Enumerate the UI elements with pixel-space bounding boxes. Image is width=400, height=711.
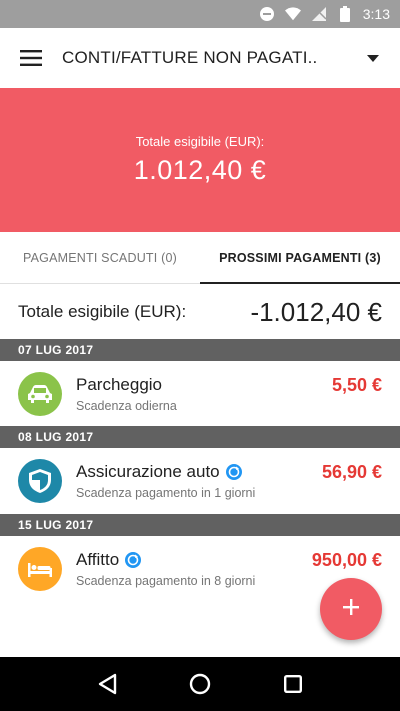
car-icon [18,371,62,416]
dnd-icon [259,6,275,22]
hamburger-menu-icon[interactable] [0,28,62,88]
recents-icon[interactable] [273,664,313,704]
add-icon [343,598,359,620]
payment-name: Affitto [76,549,120,569]
recurring-icon [225,463,242,480]
status-time: 3:13 [362,6,390,22]
recurring-icon [125,551,142,568]
battery-icon [337,6,353,22]
hero-value: 1.012,40 € [133,155,267,185]
payment-due: Scadenza pagamento in 1 giorni [76,485,256,500]
toolbar: CONTI/FATTURE NON PAGATI.. [0,28,400,88]
payment-due: Scadenza pagamento in 8 giorni [76,573,256,588]
date-header: 07 LUG 2017 [0,339,400,361]
tab-overdue-payments[interactable]: PAGAMENTI SCADUTI (0) [0,232,200,283]
total-row: Totale esigibile (EUR): -1.012,40 € [0,285,400,339]
date-header: 08 LUG 2017 [0,426,400,448]
tab-bar: PAGAMENTI SCADUTI (0) PROSSIMI PAGAMENTI… [0,232,400,284]
total-label: Totale esigibile (EUR): [18,302,187,321]
add-payment-button[interactable] [320,578,382,640]
home-icon[interactable] [180,664,220,704]
hero-label: Totale esigibile (EUR): [135,134,265,149]
tab-upcoming-payments[interactable]: PROSSIMI PAGAMENTI (3) [200,232,400,284]
navigation-bar [0,657,400,711]
payment-amount: 56,90 € [321,462,382,482]
status-bar: 3:13 [0,0,400,28]
payment-name: Parcheggio [76,374,163,394]
shield-icon [18,458,62,503]
payment-item-assicurazione-auto[interactable]: Assicurazione auto Scadenza pagamento in… [0,448,400,513]
payment-info: Parcheggio Scadenza odierna [76,375,332,413]
date-header: 15 LUG 2017 [0,514,400,536]
payment-due: Scadenza odierna [76,398,177,413]
payment-info: Affitto Scadenza pagamento in 8 giorni [76,550,312,588]
total-value: -1.012,40 € [250,296,382,327]
payment-item-parcheggio[interactable]: Parcheggio Scadenza odierna 5,50 € [0,361,400,426]
payment-name: Assicurazione auto [76,461,220,481]
wifi-icon [284,6,301,22]
payment-info: Assicurazione auto Scadenza pagamento in… [76,462,322,500]
payment-amount: 950,00 € [311,550,382,570]
payment-amount: 5,50 € [331,375,382,395]
dropdown-arrow-icon[interactable] [346,28,400,88]
toolbar-title[interactable]: CONTI/FATTURE NON PAGATI.. [62,48,346,68]
back-icon[interactable] [87,664,127,704]
signal-icon [311,6,327,22]
total-summary-card: Totale esigibile (EUR): 1.012,40 € [0,88,400,232]
bed-icon [18,546,62,591]
